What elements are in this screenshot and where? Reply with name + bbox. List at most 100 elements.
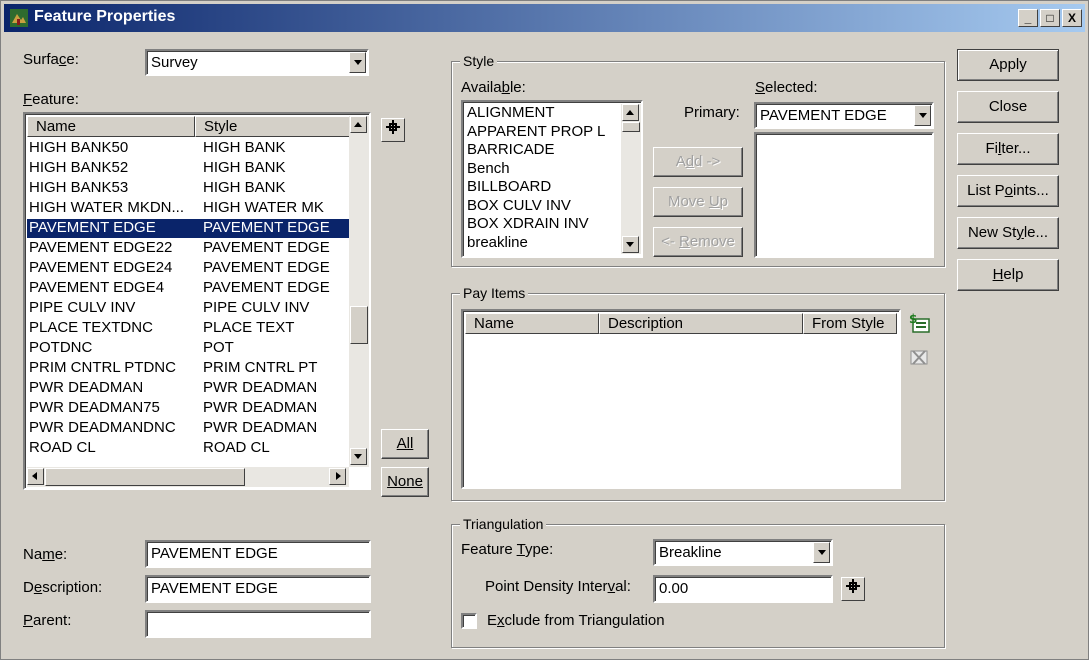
feature-list[interactable]: Name Style HIGH BANK50 HIGH BANK HIGH BANK… [23,112,371,490]
point-density-label: Point Density Interval: [485,578,631,595]
selected-styles-list[interactable] [754,132,934,258]
selected-label: Selected: [755,79,818,96]
feature-row[interactable]: HIGH BANK52 HIGH BANK [27,159,349,178]
style-group-title: Style [460,53,498,69]
primary-combobox[interactable]: PAVEMENT EDGE [754,102,934,129]
maximize-button[interactable]: □ [1040,9,1060,27]
close-window-button[interactable]: X [1062,9,1082,27]
available-style-item[interactable]: BOX XDRAIN INV [467,215,589,232]
surface-label: Surface: [23,51,79,68]
window-title: Feature Properties [34,8,176,25]
feature-row[interactable]: PAVEMENT EDGE24 PAVEMENT EDGE [27,259,349,278]
remove-style-button[interactable]: <- Remove [653,227,743,257]
scroll-left-button[interactable] [27,468,44,485]
delete-pay-item-icon[interactable] [907,345,931,369]
feature-row-name: PAVEMENT EDGE4 [29,279,165,296]
available-list[interactable]: ALIGNMENT APPARENT PROP L BARRICADE Bench BI… [461,100,643,258]
primary-dropdown-arrow[interactable] [914,105,931,126]
feature-row-style: HIGH BANK [203,179,286,196]
available-style-item[interactable]: BOX CULV INV [467,197,571,214]
available-style-item[interactable]: breakline [467,234,528,251]
pay-col-from-style[interactable]: From Style [803,313,897,334]
list-points-button[interactable]: List Points... [957,175,1059,207]
available-scroll-down[interactable] [622,236,639,253]
pay-col-description[interactable]: Description [599,313,803,334]
feature-row[interactable]: PWR DEADMANDNC PWR DEADMAN [27,419,349,438]
feature-type-dropdown-arrow[interactable] [813,542,830,563]
feature-row[interactable]: PAVEMENT EDGE PAVEMENT EDGE [27,219,349,238]
point-density-pin-button[interactable] [841,577,865,601]
available-style-item[interactable]: BARRICADE [467,141,555,158]
scroll-thumb[interactable] [350,306,368,344]
point-density-value: 0.00 [659,580,689,597]
available-vscrollbar[interactable] [621,104,641,254]
exclude-label[interactable]: Exclude from Triangulation [487,612,665,629]
help-button[interactable]: Help [957,259,1059,291]
feature-row[interactable]: PAVEMENT EDGE4 PAVEMENT EDGE [27,279,349,298]
feature-row[interactable]: PLACE TEXTDNC PLACE TEXT [27,319,349,338]
pay-items-list[interactable]: Name Description From Style [461,309,901,489]
feature-hscrollbar[interactable] [27,467,349,487]
apply-button[interactable]: Apply [957,49,1059,81]
feature-row[interactable]: PIPE CULV INV PIPE CULV INV [27,299,349,318]
feature-col-style[interactable]: Style [195,116,350,137]
available-style-item[interactable]: BILLBOARD [467,178,551,195]
minimize-button[interactable]: _ [1018,9,1038,27]
available-style-item[interactable]: APPARENT PROP L [467,123,605,140]
title-bar[interactable]: Feature Properties _ □ X [4,4,1085,32]
feature-row-name: PRIM CNTRL PTDNC [29,359,176,376]
description-input[interactable]: PAVEMENT EDGE [145,575,371,603]
scroll-down-button[interactable] [350,448,367,465]
feature-type-label: Feature Type: [461,541,554,558]
feature-row-style: HIGH WATER MK [203,199,324,216]
feature-row[interactable]: HIGH BANK53 HIGH BANK [27,179,349,198]
feature-row[interactable]: ROAD CL ROAD CL [27,439,349,458]
surface-dropdown-arrow[interactable] [349,52,366,73]
all-button[interactable]: All [381,429,429,459]
feature-row[interactable]: HIGH WATER MKDN... HIGH WATER MK [27,199,349,218]
feature-row-style: POT [203,339,234,356]
surface-combobox[interactable]: Survey [145,49,369,76]
feature-row-style: PRIM CNTRL PT [203,359,318,376]
feature-row[interactable]: HIGH BANK50 HIGH BANK [27,139,349,158]
feature-row-style: PWR DEADMAN [203,419,318,436]
scroll-right-button[interactable] [329,468,346,485]
scroll-up-button[interactable] [350,116,367,133]
feature-row-name: ROAD CL [29,439,96,456]
available-style-item[interactable]: Bench [467,160,510,177]
feature-pin-button[interactable] [381,118,405,142]
hscroll-thumb[interactable] [45,468,245,486]
feature-col-name[interactable]: Name [27,116,195,137]
feature-row-name: PWR DEADMAN [29,379,144,396]
pay-items-group-title: Pay Items [460,285,529,301]
feature-row-name: PIPE CULV INV [29,299,136,316]
feature-row[interactable]: PAVEMENT EDGE22 PAVEMENT EDGE [27,239,349,258]
feature-type-combobox[interactable]: Breakline [653,539,833,566]
pay-col-name[interactable]: Name [465,313,599,334]
triangulation-group-title: Triangulation [460,516,547,532]
feature-row[interactable]: PWR DEADMAN75 PWR DEADMAN [27,399,349,418]
point-density-input[interactable]: 0.00 [653,575,833,603]
feature-properties-window: Feature Properties _ □ X Surface: Survey… [0,0,1089,660]
feature-vscrollbar[interactable] [349,116,369,467]
available-scroll-thumb[interactable] [622,122,640,132]
available-style-item[interactable]: ALIGNMENT [467,104,555,121]
add-pay-item-icon[interactable]: $ [907,311,931,335]
feature-row[interactable]: POTDNC POT [27,339,349,358]
available-scroll-up[interactable] [622,104,639,121]
name-input[interactable]: PAVEMENT EDGE [145,540,371,568]
exclude-checkbox[interactable] [461,613,477,629]
new-style-button[interactable]: New Style... [957,217,1059,249]
filter-button[interactable]: Filter... [957,133,1059,165]
move-up-button[interactable]: Move Up [653,187,743,217]
feature-row[interactable]: PRIM CNTRL PTDNC PRIM CNTRL PT [27,359,349,378]
none-button[interactable]: None [381,467,429,497]
close-button[interactable]: Close [957,91,1059,123]
feature-row-style: PLACE TEXT [203,319,295,336]
add-style-button[interactable]: Add -> [653,147,743,177]
app-icon [10,9,28,27]
parent-input[interactable] [145,610,371,638]
feature-row-style: PWR DEADMAN [203,399,318,416]
feature-row[interactable]: PWR DEADMAN PWR DEADMAN [27,379,349,398]
all-button-label: All [396,435,414,452]
